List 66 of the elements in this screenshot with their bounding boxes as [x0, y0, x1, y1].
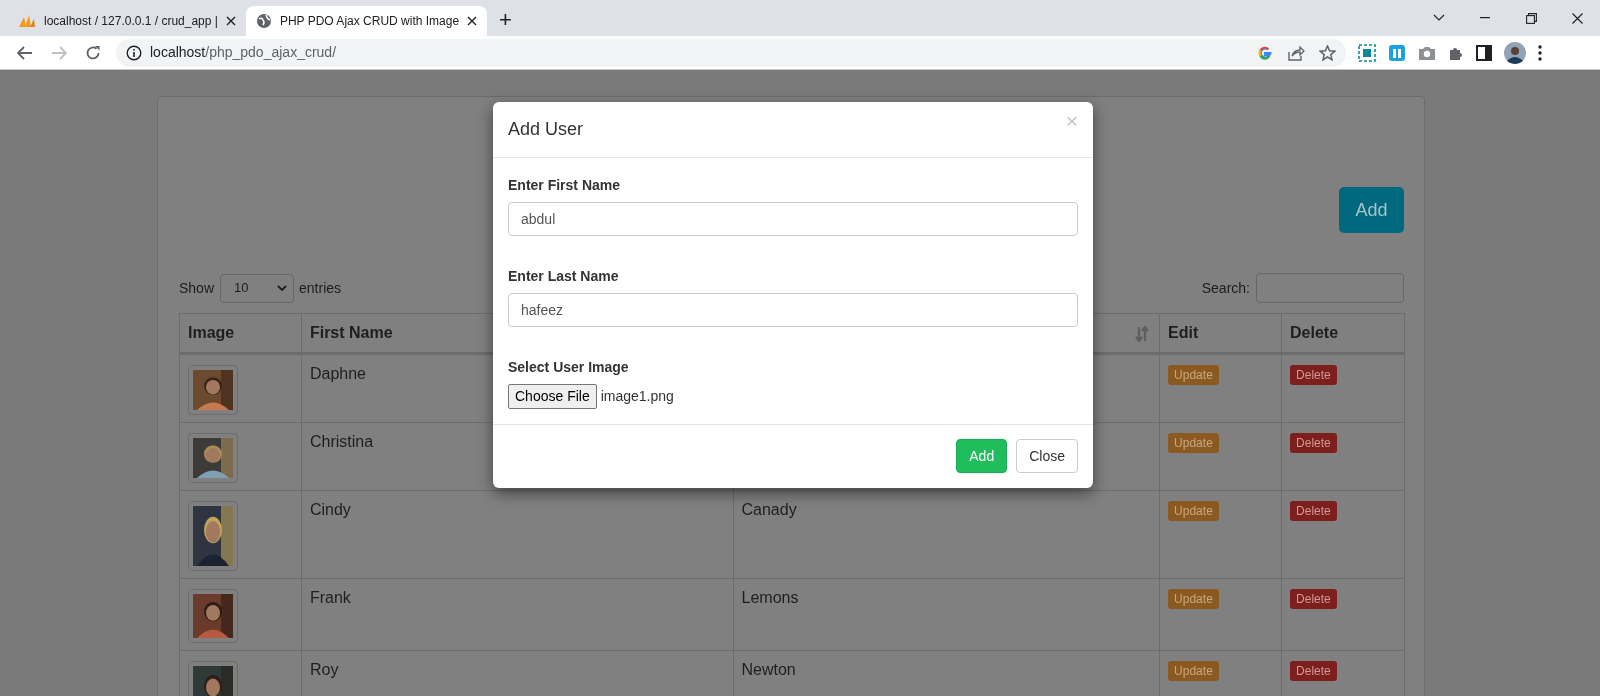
- table-cell: Newton: [741, 661, 796, 678]
- side-panel-icon[interactable]: [1476, 44, 1492, 61]
- chevron-down-icon: [277, 285, 288, 291]
- share-icon[interactable]: [1287, 44, 1305, 61]
- minimize-icon[interactable]: [1480, 17, 1490, 19]
- avatar-icon[interactable]: [1504, 41, 1526, 64]
- file-name: image1.png: [600, 387, 674, 406]
- table-cell: Frank: [309, 589, 351, 606]
- kebab-menu-icon[interactable]: [1538, 44, 1542, 61]
- update-button[interactable]: Update: [1168, 589, 1219, 609]
- search-field[interactable]: [1256, 273, 1404, 303]
- input-field[interactable]: hafeez: [508, 293, 1078, 327]
- restore-icon[interactable]: [1525, 12, 1537, 24]
- browser-tab[interactable]: localhost / 127.0.0.1 / crud_app |: [8, 6, 246, 36]
- field-label: Enter First Name: [508, 176, 622, 195]
- table-cell: Roy: [309, 661, 339, 678]
- field-label: Enter Last Name: [508, 267, 620, 286]
- close-button[interactable]: Close: [1016, 439, 1078, 473]
- browser-tab[interactable]: PHP PDO Ajax CRUD with Image: [245, 6, 488, 36]
- choose-file-button[interactable]: Choose File: [508, 384, 597, 409]
- sail-logo-icon: [18, 14, 36, 28]
- show-label: Show: [179, 278, 215, 298]
- update-button[interactable]: Update: [1168, 501, 1219, 521]
- add-button[interactable]: Add: [956, 439, 1008, 473]
- table-cell: Christina: [309, 433, 374, 450]
- tab-title: PHP PDO Ajax CRUD with Image: [279, 14, 460, 28]
- tab-title: localhost / 127.0.0.1 / crud_app |: [44, 14, 218, 28]
- extension-icon[interactable]: [1358, 43, 1376, 62]
- column-header[interactable]: Edit: [1168, 324, 1199, 341]
- url-text: localhost/php_pdo_ajax_crud/: [150, 43, 337, 62]
- column-header[interactable]: Image: [188, 324, 235, 341]
- update-button[interactable]: Update: [1168, 365, 1219, 385]
- google-icon[interactable]: [1257, 44, 1273, 61]
- delete-button[interactable]: Delete: [1290, 661, 1337, 681]
- reload-icon[interactable]: [85, 44, 101, 61]
- table-cell: Cindy: [309, 501, 351, 518]
- close-icon[interactable]: [467, 16, 478, 26]
- table-cell: Canady: [741, 501, 797, 518]
- update-button[interactable]: Update: [1168, 433, 1219, 453]
- star-icon[interactable]: [1319, 44, 1336, 61]
- search-label: Search:: [1201, 278, 1250, 298]
- column-header[interactable]: Delete: [1290, 324, 1339, 341]
- close-icon[interactable]: [1571, 12, 1583, 24]
- camera-icon[interactable]: [1418, 44, 1436, 61]
- globe-icon: [255, 13, 272, 29]
- table-cell: Daphne: [309, 365, 366, 382]
- modal-title: Add User: [508, 118, 584, 141]
- delete-button[interactable]: Delete: [1290, 365, 1337, 385]
- input-field[interactable]: abdul: [508, 202, 1078, 236]
- chevron-down-icon[interactable]: [1433, 14, 1445, 22]
- back-arrow-icon[interactable]: [17, 45, 33, 60]
- delete-button[interactable]: Delete: [1290, 501, 1337, 521]
- close-icon[interactable]: [225, 16, 236, 26]
- table-cell: Lemons: [741, 589, 799, 606]
- entries-label: entries: [299, 278, 342, 298]
- info-icon[interactable]: [126, 44, 142, 61]
- add-button[interactable]: Add: [1339, 187, 1404, 233]
- address-bar[interactable]: localhost/php_pdo_ajax_crud/: [116, 38, 1346, 67]
- column-header[interactable]: First Name: [309, 324, 393, 341]
- new-tab-button[interactable]: +: [499, 9, 512, 31]
- extension-icon[interactable]: [1388, 43, 1406, 62]
- delete-button[interactable]: Delete: [1290, 589, 1337, 609]
- update-button[interactable]: Update: [1168, 661, 1219, 681]
- entries-select[interactable]: 10: [220, 273, 295, 303]
- field-label: Select User Image: [508, 358, 630, 377]
- delete-button[interactable]: Delete: [1290, 433, 1337, 453]
